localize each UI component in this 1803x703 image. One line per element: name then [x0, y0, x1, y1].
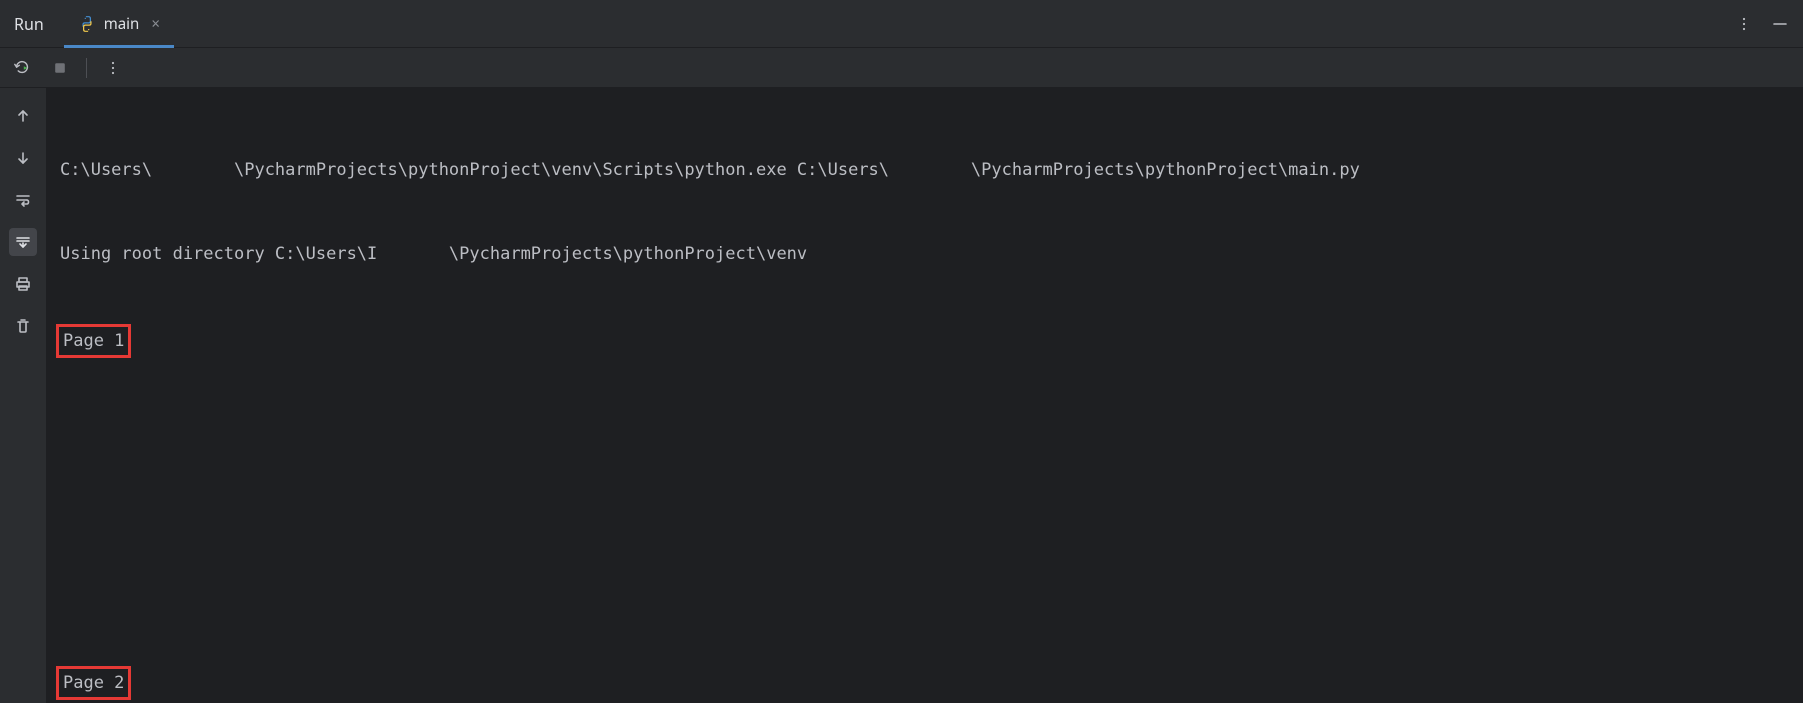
console-line: Page 2 — [60, 666, 1789, 700]
minimize-icon[interactable] — [1771, 15, 1789, 33]
tab-main[interactable]: main × — [64, 0, 174, 48]
run-tool-window-tab-bar: Run main × — [0, 0, 1803, 48]
print-icon[interactable] — [9, 270, 37, 298]
tab-active-indicator — [64, 45, 174, 48]
highlight-annotation: Page 2 — [56, 666, 131, 700]
console-blank-line — [60, 498, 1789, 526]
console-line: C:\Users\ \PycharmProjects\pythonProject… — [60, 156, 1789, 184]
highlight-annotation: Page 1 — [56, 324, 131, 358]
stop-button[interactable] — [48, 56, 72, 80]
tab-label: main — [104, 14, 140, 34]
up-stacktrace-icon[interactable] — [9, 102, 37, 130]
console-line: Using root directory C:\Users\I \Pycharm… — [60, 240, 1789, 268]
rerun-button[interactable] — [10, 56, 34, 80]
clear-all-icon[interactable] — [9, 312, 37, 340]
console-blank-line — [60, 582, 1789, 610]
run-tool-window-body: C:\Users\ \PycharmProjects\pythonProject… — [0, 88, 1803, 703]
run-toolbar — [0, 48, 1803, 88]
console-output[interactable]: C:\Users\ \PycharmProjects\pythonProject… — [46, 88, 1803, 703]
soft-wrap-icon[interactable] — [9, 186, 37, 214]
toolbar-divider — [86, 58, 87, 78]
scroll-to-end-icon[interactable] — [9, 228, 37, 256]
python-file-icon — [78, 15, 96, 33]
more-vertical-icon[interactable] — [101, 56, 125, 80]
close-icon[interactable]: × — [151, 14, 160, 34]
run-tool-window-label[interactable]: Run — [14, 13, 44, 35]
down-stacktrace-icon[interactable] — [9, 144, 37, 172]
console-side-toolbar — [0, 88, 46, 703]
console-line: Page 1 — [60, 324, 1789, 358]
console-blank-line — [60, 414, 1789, 442]
more-vertical-icon[interactable] — [1735, 15, 1753, 33]
tab-bar-right-controls — [1735, 15, 1797, 33]
